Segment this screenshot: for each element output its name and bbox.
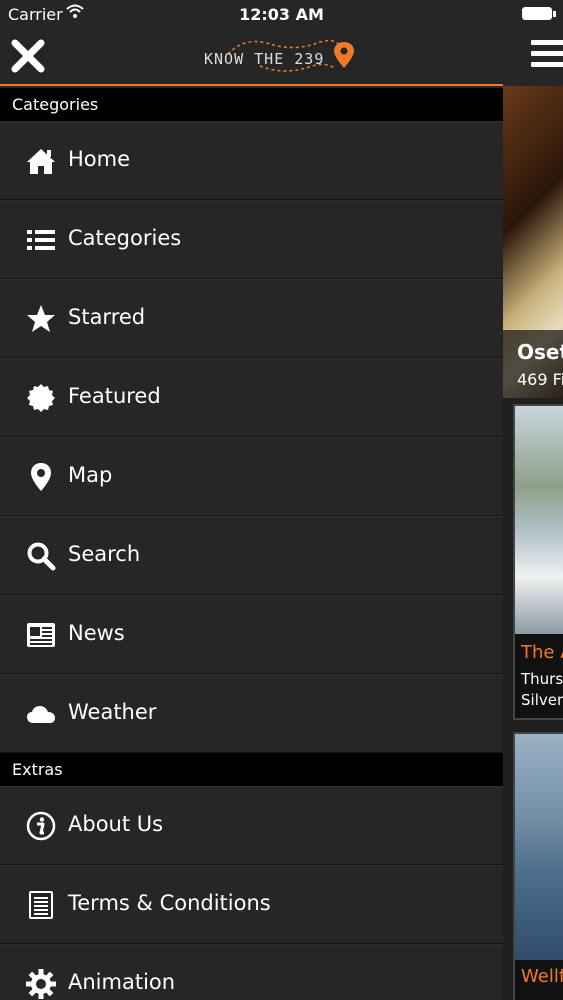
background-app: Oset 469 Fi The A Thursd Silvers Wellf (503, 0, 563, 1000)
menu-item-news[interactable]: News (0, 595, 503, 674)
event-card-date: Thursd (521, 670, 563, 688)
menu-label: Categories (68, 226, 182, 250)
badge-icon (27, 384, 55, 412)
newspaper-icon (27, 623, 55, 647)
side-menu-drawer: Carrier 12:03 AM KNOW THE 239 Categories (0, 0, 503, 1000)
event-card-title: Wellf (521, 966, 563, 987)
event-card-title: The A (521, 642, 563, 663)
menu-item-search[interactable]: Search (0, 516, 503, 595)
menu-header: Carrier 12:03 AM KNOW THE 239 (0, 0, 503, 86)
menu-item-about-us[interactable]: About Us (0, 786, 503, 865)
gear-icon (26, 969, 56, 999)
list-icon (27, 230, 55, 250)
event-card-location: Silvers (521, 691, 563, 709)
hamburger-menu-icon[interactable] (531, 40, 563, 70)
featured-title: Oset (517, 340, 563, 364)
event-card-image (515, 734, 563, 960)
menu-label: Terms & Conditions (68, 891, 271, 915)
cloud-icon (27, 706, 55, 723)
featured-subtitle: 469 Fi (517, 370, 563, 389)
menu-item-map[interactable]: Map (0, 437, 503, 516)
star-icon (27, 305, 55, 332)
info-icon (26, 811, 56, 841)
menu-label: Search (68, 542, 141, 566)
app-logo: KNOW THE 239 (200, 38, 360, 78)
menu-item-featured[interactable]: Featured (0, 358, 503, 437)
event-card[interactable]: The A Thursd Silvers (513, 404, 563, 720)
menu-item-terms[interactable]: Terms & Conditions (0, 865, 503, 944)
menu-label: Animation (68, 970, 176, 994)
battery-tip (553, 11, 556, 17)
logo-text: KNOW THE 239 (204, 50, 325, 68)
section-label: Categories (12, 95, 99, 114)
menu-item-weather[interactable]: Weather (0, 674, 503, 753)
menu-item-animation[interactable]: Animation (0, 944, 503, 1000)
battery-icon (522, 7, 552, 20)
map-pin-icon (31, 463, 51, 491)
menu-item-home[interactable]: Home (0, 121, 503, 200)
home-icon (27, 149, 55, 174)
clock-label: 12:03 AM (239, 5, 324, 24)
section-header-categories: Categories (0, 88, 503, 122)
event-card[interactable]: Wellf (513, 732, 563, 1000)
document-icon (29, 891, 53, 919)
search-icon (27, 542, 56, 571)
section-header-extras: Extras (0, 753, 503, 787)
event-card-image (515, 406, 563, 634)
menu-label: Starred (68, 305, 146, 329)
menu-label: About Us (68, 812, 164, 836)
menu-item-starred[interactable]: Starred (0, 279, 503, 358)
menu-label: News (68, 621, 125, 645)
section-label: Extras (12, 760, 63, 779)
menu-label: Home (68, 147, 131, 171)
menu-label: Map (68, 463, 113, 487)
menu-label: Featured (68, 384, 161, 408)
close-icon[interactable] (10, 38, 46, 74)
menu-item-categories[interactable]: Categories (0, 200, 503, 279)
menu-label: Weather (68, 700, 157, 724)
